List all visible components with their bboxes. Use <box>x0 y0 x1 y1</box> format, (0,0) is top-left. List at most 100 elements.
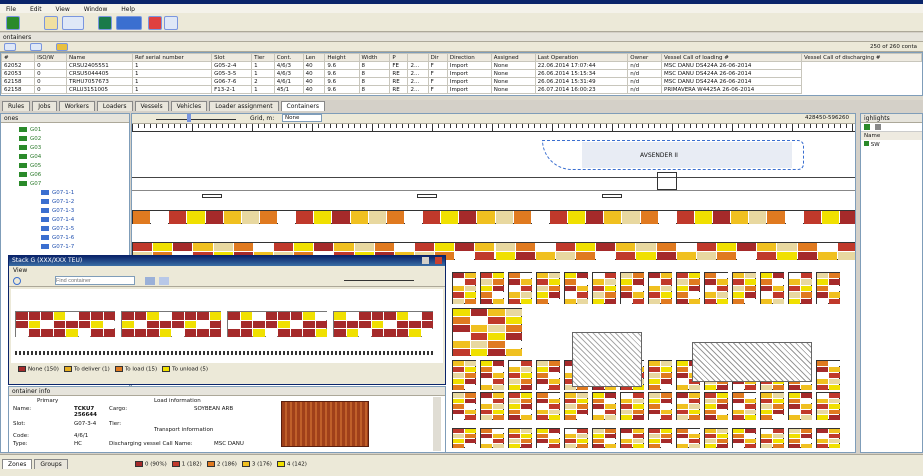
yard-block[interactable] <box>564 428 588 448</box>
yard-block[interactable] <box>816 360 840 390</box>
highlight-item[interactable]: SW <box>861 140 922 149</box>
tree-item[interactable]: G01 <box>5 125 129 134</box>
yard-block[interactable] <box>732 428 756 448</box>
yard-block[interactable] <box>620 428 644 448</box>
tab-groups[interactable]: Groups <box>34 459 68 469</box>
yard-block[interactable] <box>480 428 504 448</box>
crane-marker[interactable] <box>657 172 677 190</box>
yard-block[interactable] <box>508 272 532 304</box>
yard-block[interactable] <box>732 272 756 304</box>
tab-vehicles[interactable]: Vehicles <box>170 101 208 111</box>
tree-item[interactable]: G02 <box>5 134 129 143</box>
yard-block[interactable] <box>816 272 840 304</box>
yard-block[interactable] <box>592 392 616 420</box>
yard-block[interactable] <box>704 392 728 420</box>
yard-block[interactable] <box>676 392 700 420</box>
stack-bay[interactable] <box>227 311 327 337</box>
tab-rules[interactable]: Rules <box>2 101 31 111</box>
yard-block[interactable] <box>536 360 560 390</box>
tree-item[interactable]: G07-1-1 <box>5 188 129 197</box>
add-icon[interactable] <box>4 43 16 51</box>
column-header[interactable]: ISO/W <box>34 53 68 62</box>
horizontal-scrollbar[interactable] <box>0 96 923 100</box>
checkbox-icon[interactable] <box>864 141 869 146</box>
yard-block[interactable] <box>760 272 784 304</box>
yard-block[interactable] <box>452 428 476 448</box>
refresh-icon[interactable] <box>6 16 20 30</box>
minimize-icon[interactable] <box>422 257 429 264</box>
table-row[interactable]: 62052 0 CRSU2405551 1 G05-2-4 1 4/6/3 40 9.6 8 FE 2… <box>1 61 922 70</box>
tree-item[interactable]: G07 <box>5 179 129 188</box>
stack-bay[interactable] <box>333 311 433 337</box>
add-highlight-icon[interactable] <box>864 124 870 130</box>
column-header[interactable]: Tier <box>251 53 275 62</box>
tab-zones[interactable]: Zones <box>2 459 33 469</box>
column-header[interactable]: Dir <box>427 53 448 62</box>
tree-item[interactable]: G07-1-2 <box>5 197 129 206</box>
column-header[interactable]: Height <box>324 53 360 62</box>
column-header[interactable]: Slot <box>211 53 253 62</box>
zoom-slider[interactable] <box>156 116 236 120</box>
yard-block[interactable] <box>760 428 784 448</box>
yard-block[interactable] <box>788 392 812 420</box>
yard-block[interactable] <box>732 392 756 420</box>
column-header[interactable]: Ref serial number <box>131 53 213 62</box>
tab-workers[interactable]: Workers <box>58 101 95 111</box>
column-header[interactable]: P <box>389 53 409 62</box>
column-header[interactable]: Last Operation <box>534 53 629 62</box>
calendar-icon[interactable] <box>164 16 178 30</box>
yard-block[interactable] <box>676 272 700 304</box>
yard-block[interactable] <box>452 308 522 356</box>
yard-block[interactable] <box>452 272 476 304</box>
column-header[interactable]: Direction <box>446 53 492 62</box>
yard-block[interactable] <box>452 392 476 420</box>
yard-block[interactable] <box>536 272 560 304</box>
yard-block[interactable] <box>816 392 840 420</box>
column-header[interactable]: # <box>1 53 36 62</box>
grid-view-icon[interactable] <box>98 16 112 30</box>
yard-block[interactable] <box>788 272 812 304</box>
column-header[interactable]: Vessel Call of loading # <box>661 53 803 62</box>
edit-icon[interactable] <box>44 16 58 30</box>
tab-containers[interactable]: Containers <box>280 101 325 111</box>
yard-block[interactable] <box>536 392 560 420</box>
table-row[interactable]: 62158 0 TRHU7057673 1 G06-7-6 2 4/6/1 40 9.6 8 RE 2… <box>1 77 922 86</box>
yard-block[interactable] <box>620 272 644 304</box>
tree-item[interactable]: G05 <box>5 161 129 170</box>
yard-block[interactable] <box>704 272 728 304</box>
yard-block[interactable] <box>508 392 532 420</box>
yard-block[interactable] <box>704 428 728 448</box>
yard-block[interactable] <box>452 360 476 390</box>
table-row[interactable]: 62053 0 CRSU5044405 1 G05-3-5 1 4/6/3 40 9.6 8 RE 2… <box>1 69 922 78</box>
yard-block[interactable] <box>536 428 560 448</box>
tree-item[interactable]: G03 <box>5 143 129 152</box>
yard-block[interactable] <box>648 272 672 304</box>
find-container-input[interactable] <box>55 276 135 285</box>
yard-block[interactable] <box>760 392 784 420</box>
yard-block[interactable] <box>648 428 672 448</box>
yard-block[interactable] <box>648 360 672 390</box>
yard-block[interactable] <box>480 392 504 420</box>
warning-icon[interactable] <box>56 43 68 51</box>
column-header[interactable]: Width <box>358 53 391 62</box>
zoom-slider-handle[interactable] <box>187 114 191 122</box>
stack-bay[interactable] <box>121 311 221 337</box>
vertical-scrollbar[interactable] <box>433 397 441 451</box>
yard-block[interactable] <box>564 272 588 304</box>
tree-item[interactable]: G04 <box>5 152 129 161</box>
yard-block[interactable] <box>508 360 532 390</box>
yard-block[interactable] <box>816 428 840 448</box>
remove-highlight-icon[interactable] <box>874 124 881 130</box>
close-icon[interactable] <box>435 257 442 264</box>
yard-block[interactable] <box>480 272 504 304</box>
tree-item[interactable]: G07-1-6 <box>5 233 129 242</box>
column-header[interactable]: Owner <box>627 53 663 62</box>
tree-item[interactable]: G07-1-7 <box>5 242 129 251</box>
yard-block[interactable] <box>480 360 504 390</box>
column-header[interactable]: Len <box>302 53 326 62</box>
column-header[interactable] <box>407 53 429 62</box>
stack-dialog-menu[interactable]: View <box>9 266 445 275</box>
tab-vessels[interactable]: Vessels <box>134 101 169 111</box>
yard-block[interactable] <box>508 428 532 448</box>
column-header[interactable]: Name <box>66 53 133 62</box>
